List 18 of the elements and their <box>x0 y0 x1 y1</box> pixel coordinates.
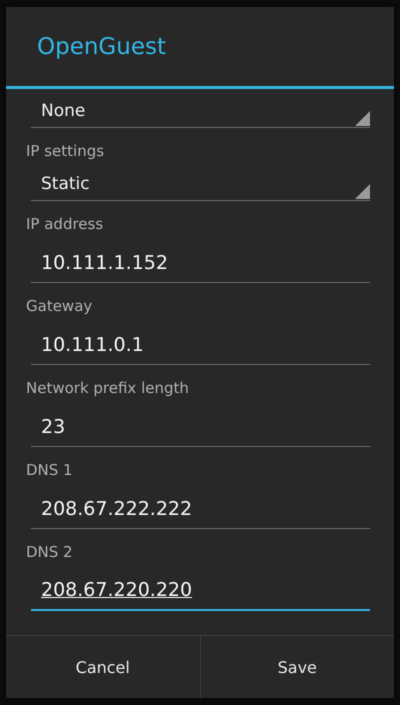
input-field[interactable]: 10.111.0.1 <box>31 325 370 365</box>
save-button[interactable]: Save <box>200 636 394 698</box>
input-field[interactable]: 208.67.222.222 <box>31 489 370 529</box>
dropdown[interactable]: Static <box>31 167 370 201</box>
cancel-button[interactable]: Cancel <box>6 636 200 698</box>
dropdown-triangle-icon <box>355 111 370 126</box>
field-label: DNS 2 <box>26 542 74 563</box>
field-label: IP settings <box>26 141 106 162</box>
field-label: IP address <box>26 214 104 235</box>
input-field[interactable]: 10.111.1.152 <box>31 243 370 283</box>
dialog-title: OpenGuest <box>6 7 394 89</box>
dropdown[interactable]: None <box>31 94 370 128</box>
field-label: DNS 1 <box>26 460 74 481</box>
input-field[interactable]: 208.67.220.220 <box>31 571 370 611</box>
dropdown-triangle-icon <box>355 184 370 199</box>
field-label: Network prefix length <box>26 378 190 399</box>
input-field[interactable]: 23 <box>31 407 370 447</box>
field-label: Gateway <box>26 296 94 317</box>
